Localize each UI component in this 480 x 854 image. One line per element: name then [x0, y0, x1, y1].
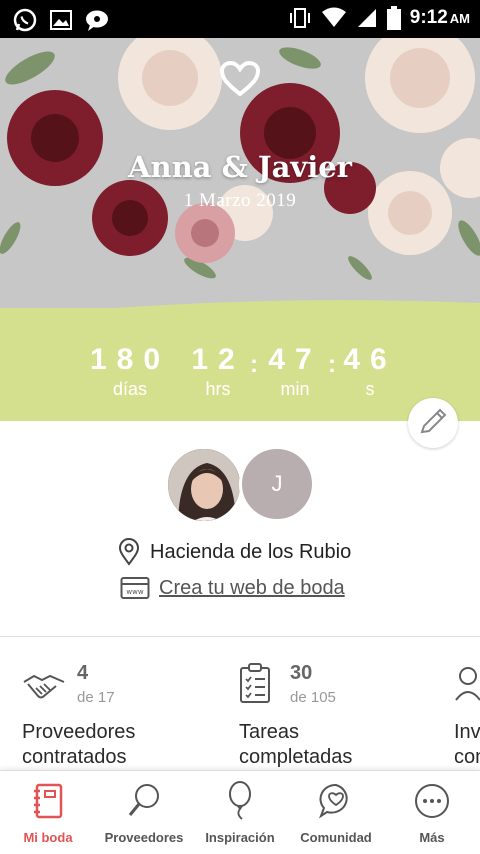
venue-name: Hacienda de los Rubio [150, 540, 352, 563]
wedding-date: 1 Marzo 2019 [183, 190, 297, 211]
guests-icon [455, 667, 480, 701]
stat-tasks-title: Tareas completadas [239, 721, 353, 768]
stat-vendors-value: 4 [77, 662, 89, 684]
nav-mi-boda[interactable]: Mi boda [0, 771, 96, 854]
heart-icon [219, 60, 261, 97]
countdown-separator: : [250, 351, 258, 378]
bride-avatar[interactable] [165, 446, 243, 524]
nav-comunidad[interactable]: Comunidad [288, 771, 384, 854]
stat-guests-title: Invcon [454, 721, 480, 768]
pencil-icon [420, 408, 447, 434]
battery-icon [386, 6, 401, 30]
countdown-hours: 12 hrs [191, 343, 245, 399]
stat-vendors-title: Proveedores contratados [22, 721, 136, 768]
stat-vendors-total: de 17 [77, 689, 115, 706]
status-bar: 9:12 AM [0, 0, 480, 38]
bottom-navigation: Mi boda Proveedores Inspiración Comunida… [0, 770, 480, 854]
nav-proveedores[interactable]: Proveedores [96, 771, 192, 854]
chat-notification-icon [86, 10, 108, 31]
location-pin-icon [118, 538, 140, 566]
create-wedding-web-link[interactable]: www Crea tu web de boda [120, 576, 345, 600]
bride-photo [168, 449, 240, 521]
more-dots-icon [415, 784, 449, 818]
browser-window-icon: www [120, 577, 150, 599]
partner-avatar[interactable]: J [239, 446, 315, 522]
venue[interactable]: Hacienda de los Rubio [118, 538, 351, 566]
wifi-icon [321, 7, 346, 27]
divider [0, 636, 480, 637]
couple-names: Anna & Javier [128, 150, 352, 184]
countdown-seconds: 46 s [343, 343, 397, 399]
chat-heart-icon [318, 783, 348, 819]
clock: 9:12 AM [409, 7, 470, 28]
checklist-icon [240, 663, 270, 703]
magnifier-icon [128, 784, 159, 816]
notebook-icon [34, 783, 63, 819]
balloon-icon [229, 781, 251, 820]
vibrate-icon [289, 8, 310, 28]
handshake-icon [23, 674, 65, 699]
partner-initial: J [271, 471, 283, 496]
nav-inspiracion[interactable]: Inspiración [192, 771, 288, 854]
countdown-minutes: 47 min [268, 343, 322, 399]
svg-text:www: www [126, 588, 143, 596]
gallery-icon [50, 10, 72, 30]
create-web-text: Crea tu web de boda [159, 576, 345, 599]
whatsapp-icon [13, 8, 37, 32]
edit-wedding-button[interactable] [408, 398, 458, 448]
countdown-days: 180 días [89, 343, 171, 399]
wedding-hero: Anna & Javier 1 Marzo 2019 180 días 12 h… [0, 38, 480, 421]
nav-mas[interactable]: Más [384, 771, 480, 854]
stat-tasks-value: 30 [290, 662, 313, 684]
stat-tasks-total: de 105 [290, 689, 336, 706]
signal-icon [357, 9, 376, 27]
countdown-separator: : [328, 351, 336, 378]
